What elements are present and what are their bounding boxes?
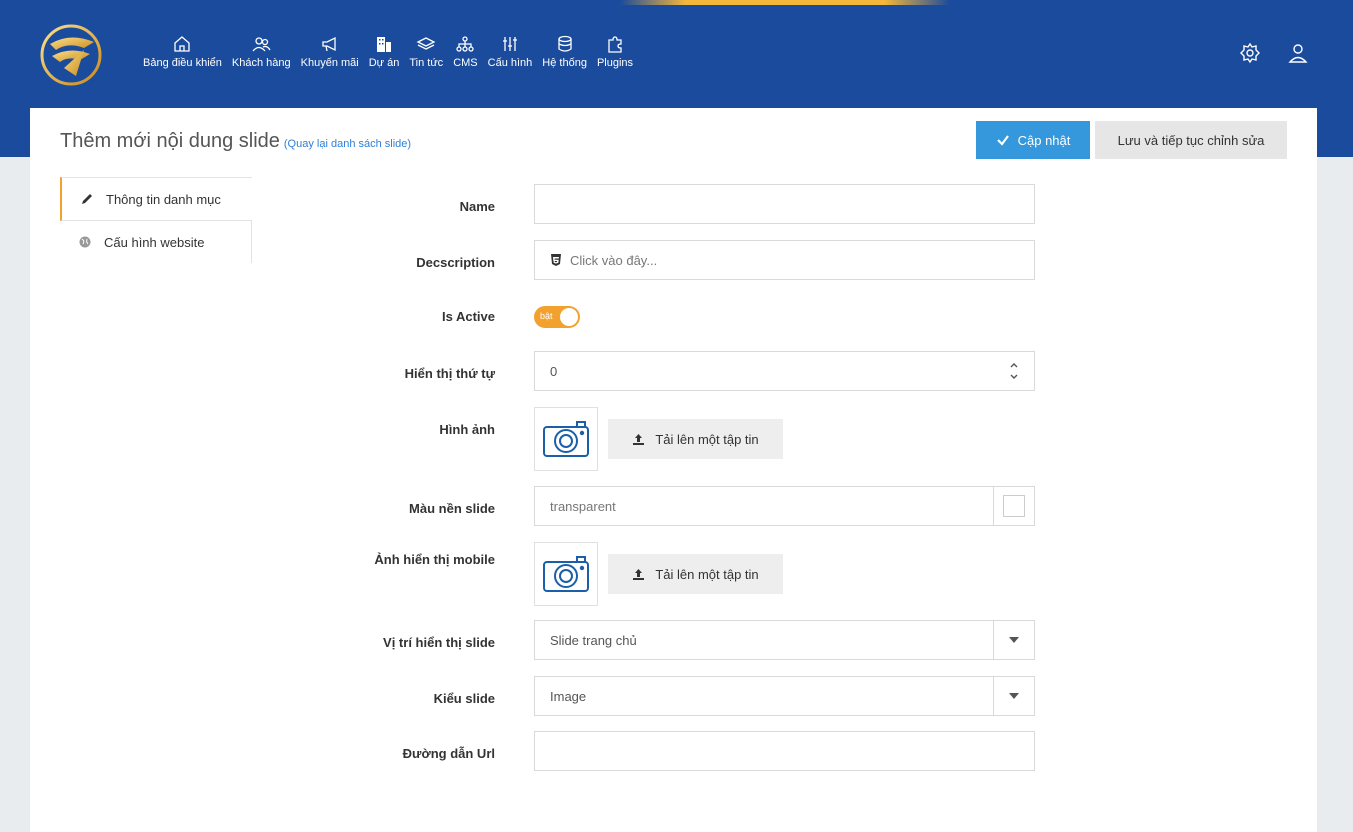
name-input[interactable] [534, 184, 1035, 224]
side-tabs: Thông tin danh mục Cấu hình website [60, 177, 252, 263]
color-picker-trigger[interactable] [993, 487, 1034, 525]
stepper-arrows-icon [1010, 363, 1018, 379]
back-to-list-link[interactable]: (Quay lại danh sách slide) [284, 138, 411, 150]
top-right-actions [1239, 42, 1309, 64]
name-label: Name [459, 199, 495, 214]
page-title-text: Thêm mới nội dung slide [60, 130, 280, 152]
nav-item-cms[interactable]: CMS [448, 34, 482, 69]
url-input[interactable] [534, 731, 1035, 771]
mobile-image-upload-button[interactable]: Tải lên một tập tin [608, 554, 783, 594]
upload-label: Tải lên một tập tin [655, 431, 759, 447]
type-value: Image [550, 688, 587, 704]
type-select[interactable]: Image [534, 676, 1035, 716]
url-label: Đường dẫn Url [402, 746, 495, 761]
position-select[interactable]: Slide trang chủ [534, 620, 1035, 660]
nav-label: Bảng điều khiển [143, 57, 222, 69]
top-accent-bar [620, 0, 950, 5]
caret-down-icon [1009, 637, 1019, 643]
description-label: Decscription [416, 255, 495, 270]
main-nav: Bảng điều khiển Khách hàng Khuyến mãi Dự… [138, 34, 638, 69]
tab-category-info[interactable]: Thông tin danh mục [60, 177, 252, 221]
description-placeholder: Click vào đây... [570, 252, 658, 268]
nav-label: Hệ thống [542, 57, 587, 69]
content-card: Thêm mới nội dung slide (Quay lại danh sá… [30, 108, 1317, 832]
html5-icon [551, 254, 561, 266]
upload-icon [633, 433, 645, 445]
nav-label: Tin tức [409, 57, 444, 69]
description-editor[interactable]: Click vào đây... [534, 240, 1035, 280]
nav-label: Cấu hình [487, 57, 533, 69]
nav-item-config[interactable]: Cấu hình [483, 34, 538, 69]
image-upload-button[interactable]: Tải lên một tập tin [608, 419, 783, 459]
upload-icon [633, 568, 645, 580]
home-icon [174, 36, 191, 52]
mobile-image-preview[interactable] [534, 542, 598, 606]
type-label: Kiểu slide [433, 691, 495, 706]
nav-item-news[interactable]: Tin tức [404, 34, 448, 69]
position-dropdown-toggle[interactable] [993, 621, 1034, 659]
check-icon [996, 135, 1009, 146]
caret-down-icon [1009, 693, 1019, 699]
save-continue-button[interactable]: Lưu và tiếp tục chỉnh sửa [1095, 121, 1287, 159]
tab-label: Thông tin danh mục [106, 191, 221, 207]
save-button-label: Cập nhật [1017, 132, 1071, 148]
sitemap-icon [456, 36, 475, 52]
user-icon[interactable] [1287, 42, 1309, 64]
bg-color-label: Màu nền slide [409, 501, 495, 516]
bg-color-input[interactable]: transparent [534, 486, 1035, 526]
pencil-icon [82, 194, 92, 204]
save-button[interactable]: Cập nhật [976, 121, 1090, 159]
layers-icon [416, 37, 436, 50]
nav-label: Plugins [596, 57, 634, 69]
upload-label: Tải lên một tập tin [655, 566, 759, 582]
position-label: Vị trí hiển thị slide [383, 635, 495, 650]
image-label: Hình ảnh [439, 422, 495, 437]
nav-item-projects[interactable]: Dự án [364, 34, 405, 69]
tab-label: Cấu hình website [104, 234, 205, 250]
users-icon [252, 37, 271, 52]
globe-icon [79, 236, 91, 248]
gear-icon[interactable] [1239, 42, 1261, 64]
building-icon [377, 37, 392, 52]
nav-label: CMS [453, 57, 478, 69]
nav-item-system[interactable]: Hệ thống [537, 34, 592, 69]
nav-item-plugins[interactable]: Plugins [592, 34, 638, 69]
order-label: Hiển thị thứ tự [404, 366, 495, 381]
database-icon [557, 35, 572, 52]
sliders-icon [502, 37, 517, 51]
is-active-label: Is Active [442, 309, 495, 324]
nav-label: Khách hàng [231, 57, 291, 69]
is-active-toggle[interactable]: bật [534, 306, 580, 328]
megaphone-icon [322, 36, 336, 52]
toggle-text: bật [540, 311, 553, 321]
nav-item-customers[interactable]: Khách hàng [227, 34, 296, 69]
order-input[interactable]: 0 [534, 351, 1035, 391]
nav-item-dashboard[interactable]: Bảng điều khiển [138, 34, 227, 69]
tab-website-config[interactable]: Cấu hình website [60, 221, 252, 263]
bg-color-value: transparent [550, 498, 616, 514]
image-preview[interactable] [534, 407, 598, 471]
page-title: Thêm mới nội dung slide (Quay lại danh sá… [60, 130, 411, 153]
puzzle-icon [608, 36, 622, 53]
color-swatch [1003, 495, 1025, 517]
nav-item-promotions[interactable]: Khuyến mãi [296, 34, 364, 69]
order-stepper[interactable] [994, 352, 1034, 390]
camera-icon [543, 421, 589, 457]
order-value: 0 [550, 363, 558, 379]
nav-label: Dự án [368, 57, 400, 69]
brand-logo[interactable] [40, 24, 102, 86]
mobile-image-label: Ảnh hiển thị mobile [374, 552, 495, 567]
type-dropdown-toggle[interactable] [993, 677, 1034, 715]
toggle-knob [560, 308, 578, 326]
camera-icon [543, 556, 589, 592]
position-value: Slide trang chủ [550, 632, 637, 648]
nav-label: Khuyến mãi [300, 57, 359, 69]
